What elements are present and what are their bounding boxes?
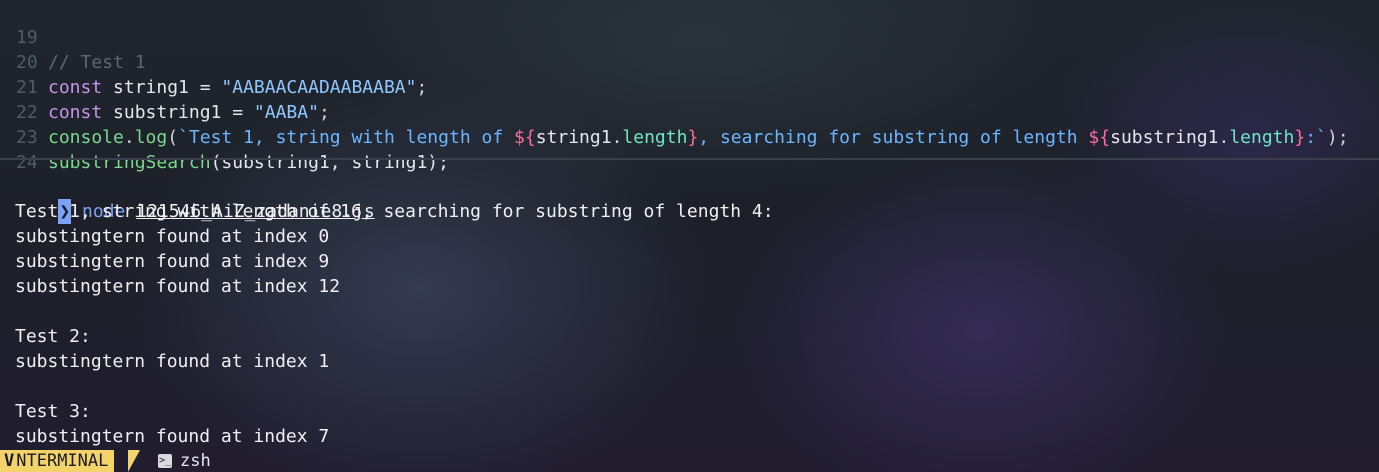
function-call: substringSearch [48, 152, 211, 173]
code-line-20: 20 const string1 = "AABAACAADAABAABA"; [0, 25, 427, 98]
line-number: 24 [16, 152, 38, 173]
terminal-output-line: Test 2: [15, 326, 91, 347]
terminal-icon: >_ [158, 454, 172, 468]
code-line-23: 23 substringSearch(substring1, string1); [0, 100, 449, 173]
property: length [1229, 127, 1295, 148]
dot: . [123, 127, 135, 148]
tab-label: NTERMINAL [16, 451, 109, 471]
property: length [622, 127, 688, 148]
vim-icon: V [4, 451, 15, 471]
paren-close: ); [1326, 127, 1349, 148]
terminal-output-line: Test 1, string with length of 16, search… [15, 201, 774, 222]
arguments: (substring1, string1); [210, 152, 449, 173]
terminal-output-line: substingtern found at index 12 [15, 276, 341, 297]
terminal-output-line: substingtern found at index 9 [15, 251, 330, 272]
template-text: `Test 1, string with length of [178, 127, 515, 148]
status-bar: V NTERMINAL >_ zsh [0, 450, 1379, 472]
code-line-19: 19 // Test 1 [0, 0, 146, 73]
interp-open: ${ [514, 127, 536, 148]
code-line-24: 24 [0, 125, 43, 173]
string-literal: "AABA" [253, 102, 319, 123]
dot: . [611, 127, 623, 148]
tab-label: zsh [180, 451, 211, 471]
tab-separator [128, 450, 140, 472]
terminal-prompt-line: ❯ node 121546_AiZ_zadanie8.js [15, 174, 375, 224]
semicolon: ; [416, 77, 428, 98]
terminal-output-line: substingtern found at index 7 [15, 426, 330, 447]
identifier: string1 [535, 127, 612, 148]
identifier: substring1 = [102, 102, 254, 123]
tab-zsh[interactable]: >_ zsh [158, 450, 211, 472]
interp-close: } [1294, 127, 1306, 148]
string-literal: "AABAACAADAABAABA" [221, 77, 417, 98]
identifier: substring1 [1110, 127, 1219, 148]
paren-open: ( [167, 127, 179, 148]
template-text: :` [1305, 127, 1327, 148]
code-comment: // Test 1 [48, 52, 146, 73]
pane-divider[interactable] [0, 158, 1379, 160]
interp-open: ${ [1088, 127, 1111, 148]
tab-terminal[interactable]: V NTERMINAL [0, 450, 115, 472]
semicolon: ; [318, 102, 330, 123]
object-name: console [48, 127, 124, 148]
template-text: , searching for substring of length [698, 127, 1089, 148]
dot: . [1218, 127, 1230, 148]
method-name: log [134, 127, 168, 148]
keyword: const [48, 77, 103, 98]
code-line-21: 21 const substring1 = "AABA"; [0, 50, 330, 123]
terminal-output-line: substingtern found at index 0 [15, 226, 330, 247]
interp-close: } [687, 127, 699, 148]
terminal-output-line: substingtern found at index 1 [15, 351, 330, 372]
code-line-22: 22 console.log(`Test 1, string with leng… [0, 75, 1349, 148]
keyword: const [48, 102, 103, 123]
identifier: string1 = [102, 77, 222, 98]
terminal-output-line: Test 3: [15, 401, 91, 422]
